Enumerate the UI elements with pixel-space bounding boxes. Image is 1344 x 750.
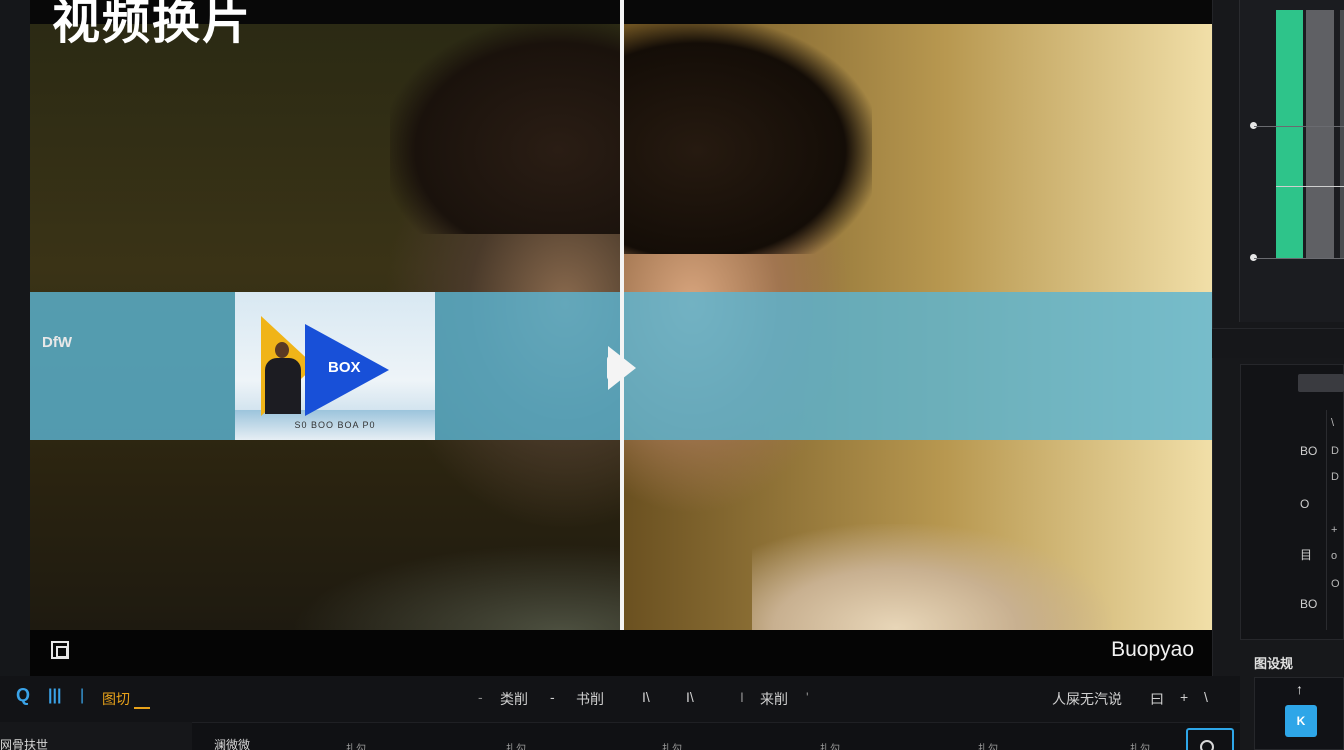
side-label[interactable]: 目 bbox=[1300, 546, 1312, 563]
toolbar-item[interactable]: I bbox=[740, 689, 744, 705]
side-col-item[interactable]: \ bbox=[1331, 417, 1334, 429]
preview-title: 视频换片 bbox=[52, 0, 253, 50]
meter-bar bbox=[1340, 10, 1344, 258]
toolbar-separator: | bbox=[80, 687, 85, 704]
thumbnail-caption: S0 BOO BOA P0 bbox=[294, 420, 376, 430]
toolbar-item[interactable]: - bbox=[550, 689, 555, 705]
thumbnail-logo-text: BOX bbox=[328, 359, 361, 376]
video-preview[interactable]: 视频换片 BOX S0 BOO BOA P0 Buopyao bbox=[30, 0, 1212, 676]
bars-icon[interactable]: ||| bbox=[48, 687, 61, 705]
tab-active[interactable]: 图切 bbox=[102, 689, 130, 709]
timeline-col-header: 澜微微 bbox=[214, 738, 251, 750]
add-icon[interactable]: + bbox=[1180, 689, 1188, 705]
compare-split-line[interactable] bbox=[620, 0, 624, 676]
side-column bbox=[1326, 410, 1344, 630]
fit-screen-icon[interactable] bbox=[51, 641, 69, 659]
timeline-col[interactable]: 扎勾 bbox=[1130, 740, 1150, 750]
split-handle-arrow-icon[interactable] bbox=[608, 346, 636, 390]
timeline-col[interactable]: 扎勾 bbox=[506, 740, 526, 750]
thumbnail-image: BOX S0 BOO BOA P0 bbox=[235, 292, 435, 440]
toolbar-right-item[interactable]: \ bbox=[1204, 689, 1208, 705]
audio-meter bbox=[1239, 0, 1344, 322]
panel-header-label: DfW bbox=[42, 334, 72, 351]
toolbar-item[interactable]: 书削 bbox=[576, 689, 604, 709]
side-label[interactable]: BO bbox=[1300, 597, 1317, 611]
side-col-item[interactable]: + bbox=[1331, 524, 1337, 536]
active-tab-underline bbox=[134, 707, 150, 709]
side-label[interactable]: BO bbox=[1300, 444, 1317, 458]
watermark: Buopyao bbox=[1111, 638, 1194, 661]
property-input[interactable] bbox=[1298, 374, 1344, 392]
side-col-item[interactable]: O bbox=[1331, 578, 1340, 590]
left-rail bbox=[0, 0, 30, 676]
circle-icon[interactable] bbox=[1200, 740, 1214, 750]
person-figure bbox=[261, 342, 303, 414]
timeline-col[interactable]: 扎勾 bbox=[978, 740, 998, 750]
arrow-up-icon[interactable]: ↑ bbox=[1296, 681, 1303, 697]
toolbar-item[interactable]: I\ bbox=[642, 689, 650, 705]
panel-header bbox=[1212, 328, 1344, 358]
timeline-col[interactable]: 扎勾 bbox=[820, 740, 840, 750]
timeline-left-label: 网骨扶世 bbox=[0, 738, 49, 750]
apply-button[interactable]: K bbox=[1285, 705, 1317, 737]
toolbar-item[interactable]: - bbox=[478, 689, 483, 705]
side-col-item[interactable]: D bbox=[1331, 471, 1339, 483]
section-label: 图设规 bbox=[1254, 656, 1294, 671]
toolbar-item[interactable]: 来削 bbox=[760, 689, 788, 709]
meter-bar-green bbox=[1276, 10, 1303, 258]
toolbar-right-item[interactable]: 人屎无汽说 bbox=[1052, 689, 1122, 709]
timeline-col[interactable]: 扎勾 bbox=[662, 740, 682, 750]
search-icon[interactable]: Q bbox=[16, 685, 30, 706]
side-label[interactable]: O bbox=[1300, 497, 1309, 511]
side-col-item[interactable]: o bbox=[1331, 550, 1337, 562]
toolbar-item[interactable]: ' bbox=[806, 689, 809, 705]
toolbar-item[interactable]: 类削 bbox=[500, 689, 528, 709]
timeline-col[interactable]: 扎勾 bbox=[346, 740, 366, 750]
preview-bottom-bar bbox=[30, 630, 1212, 676]
side-col-item[interactable]: D bbox=[1331, 445, 1339, 457]
toolbar-right-item[interactable]: 曰 bbox=[1150, 689, 1164, 709]
meter-bar bbox=[1306, 10, 1334, 258]
toolbar-item[interactable]: I\ bbox=[686, 689, 694, 705]
